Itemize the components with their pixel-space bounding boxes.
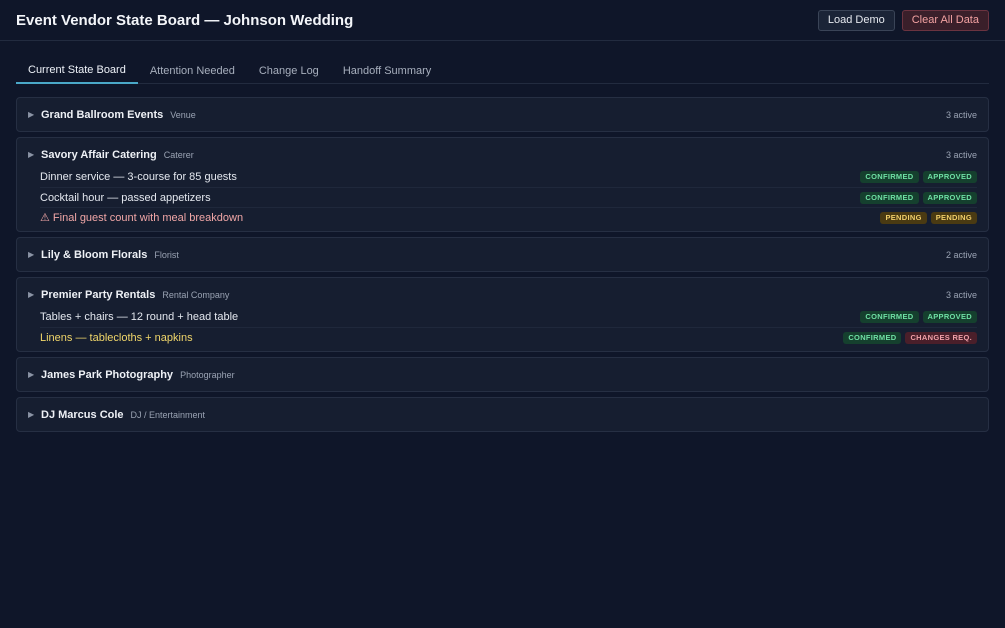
list-item[interactable]: Linens — tablecloths + napkins CONFIRMED… <box>40 327 977 347</box>
approval-badge: CHANGES REQ. <box>905 331 977 344</box>
vendor-type: Caterer <box>163 149 194 160</box>
approval-badge: APPROVED <box>922 311 977 323</box>
tab-bar: Current State Board Attention Needed Cha… <box>16 57 989 84</box>
approval-badge: PENDING <box>930 211 977 224</box>
caret-right-icon: ▶ <box>28 370 35 379</box>
status-badges: CONFIRMED CHANGES REQ. <box>843 331 977 344</box>
vendor-card: ▶ Lily & Bloom Florals Florist 2 active <box>16 237 989 272</box>
vendor-active-count: 3 active <box>945 149 977 160</box>
vendor-active-count: 3 active <box>945 109 977 120</box>
tab-handoff-summary[interactable]: Handoff Summary <box>331 57 443 84</box>
vendor-active-count: 2 active <box>945 249 977 260</box>
vendor-card: ▶ James Park Photography Photographer <box>16 357 989 392</box>
item-text: Tables + chairs — 12 round + head table <box>40 311 239 323</box>
approval-badge: APPROVED <box>922 171 977 183</box>
caret-right-icon: ▶ <box>28 250 35 259</box>
vendor-name: James Park Photography <box>41 368 174 381</box>
status-badges: PENDING PENDING <box>880 211 977 224</box>
item-text: ⚠ Final guest count with meal breakdown <box>40 212 244 224</box>
vendor-type: Rental Company <box>162 289 230 300</box>
vendor-items: Dinner service — 3-course for 85 guests … <box>17 167 988 231</box>
vendor-card: ▶ Grand Ballroom Events Venue 3 active <box>16 97 989 132</box>
vendor-items: Tables + chairs — 12 round + head table … <box>17 307 988 351</box>
vendor-name: Grand Ballroom Events <box>41 108 164 121</box>
tab-change-log[interactable]: Change Log <box>247 57 331 84</box>
item-text: Dinner service — 3-course for 85 guests <box>40 171 237 183</box>
vendor-type: Photographer <box>180 369 235 380</box>
item-text: Cocktail hour — passed appetizers <box>40 191 211 204</box>
tab-attention-needed[interactable]: Attention Needed <box>138 57 247 84</box>
status-badge: CONFIRMED <box>860 191 919 204</box>
vendor-header[interactable]: ▶ Lily & Bloom Florals Florist 2 active <box>17 238 988 271</box>
list-item[interactable]: Cocktail hour — passed appetizers CONFIR… <box>40 187 977 207</box>
status-badge: PENDING <box>880 211 927 224</box>
status-badge: CONFIRMED <box>860 311 919 323</box>
vendor-type: Venue <box>170 109 196 120</box>
page-title: Event Vendor State Board — Johnson Weddi… <box>16 11 354 29</box>
tab-current-state-board[interactable]: Current State Board <box>16 57 138 84</box>
vendor-card: ▶ DJ Marcus Cole DJ / Entertainment <box>16 397 989 432</box>
load-demo-button[interactable]: Load Demo <box>817 9 895 31</box>
status-badges: CONFIRMED APPROVED <box>860 311 977 323</box>
vendor-name: Savory Affair Catering <box>41 148 157 161</box>
vendor-board: ▶ Grand Ballroom Events Venue 3 active ▶… <box>0 84 1005 432</box>
vendor-type: Florist <box>154 249 179 260</box>
vendor-active-count: 3 active <box>945 289 977 300</box>
status-badge: CONFIRMED <box>843 331 902 344</box>
vendor-header[interactable]: ▶ DJ Marcus Cole DJ / Entertainment <box>17 398 988 431</box>
vendor-name: DJ Marcus Cole <box>41 408 124 421</box>
caret-right-icon: ▶ <box>28 290 35 299</box>
caret-right-icon: ▶ <box>28 150 35 159</box>
vendor-name: Lily & Bloom Florals <box>41 248 148 261</box>
vendor-card: ▶ Savory Affair Catering Caterer 3 activ… <box>16 137 989 232</box>
clear-all-data-button[interactable]: Clear All Data <box>901 9 989 31</box>
vendor-type: DJ / Entertainment <box>130 409 206 420</box>
list-item[interactable]: Tables + chairs — 12 round + head table … <box>40 307 977 327</box>
list-item[interactable]: Dinner service — 3-course for 85 guests … <box>40 167 977 187</box>
vendor-card: ▶ Premier Party Rentals Rental Company 3… <box>16 277 989 352</box>
caret-right-icon: ▶ <box>28 410 35 419</box>
app-header: Event Vendor State Board — Johnson Weddi… <box>0 0 1005 41</box>
approval-badge: APPROVED <box>922 191 977 204</box>
status-badges: CONFIRMED APPROVED <box>860 191 977 204</box>
header-actions: Load Demo Clear All Data <box>817 9 989 31</box>
list-item[interactable]: ⚠ Final guest count with meal breakdown … <box>40 207 977 227</box>
status-badges: CONFIRMED APPROVED <box>860 171 977 183</box>
caret-right-icon: ▶ <box>28 110 35 119</box>
item-text: Linens — tablecloths + napkins <box>40 331 193 344</box>
vendor-name: Premier Party Rentals <box>41 288 156 301</box>
status-badge: CONFIRMED <box>860 171 919 183</box>
vendor-header[interactable]: ▶ James Park Photography Photographer <box>17 358 988 391</box>
vendor-header[interactable]: ▶ Grand Ballroom Events Venue 3 active <box>17 98 988 131</box>
